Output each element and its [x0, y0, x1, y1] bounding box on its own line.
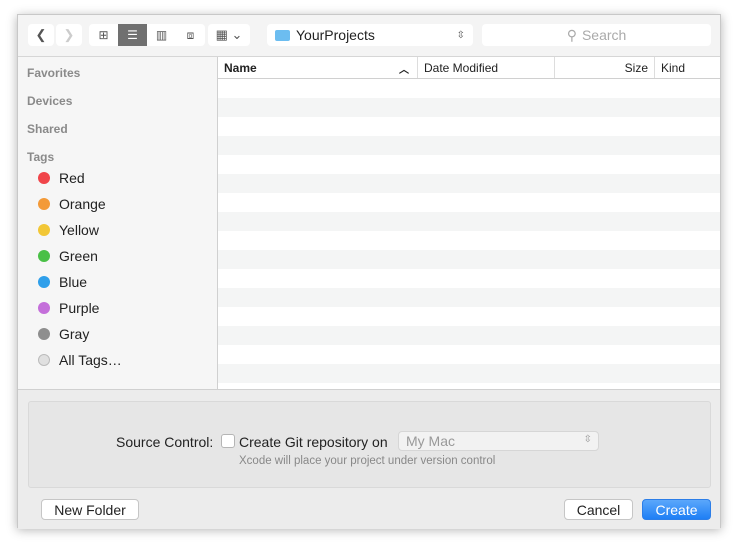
table-row	[218, 231, 720, 250]
tag-label: Orange	[59, 196, 106, 212]
table-row	[218, 117, 720, 136]
tag-label: Purple	[59, 300, 100, 316]
sidebar-tag-gray[interactable]: Gray	[38, 326, 89, 342]
table-row	[218, 269, 720, 288]
new-folder-button[interactable]: New Folder	[41, 499, 139, 520]
tag-label: Yellow	[59, 222, 99, 238]
table-row	[218, 288, 720, 307]
folder-icon	[275, 29, 290, 41]
sidebar-tag-orange[interactable]: Orange	[38, 196, 106, 212]
tag-color-icon	[38, 250, 50, 262]
arrange-button[interactable]: ▦ ⌄	[208, 24, 250, 46]
git-checkbox-label[interactable]: Create Git repository on	[239, 434, 388, 450]
table-row	[218, 250, 720, 269]
table-row	[218, 326, 720, 345]
table-row	[218, 193, 720, 212]
toolbar: ❮ ❯ ⊞ ☰ ▥ ⧈ ▦ ⌄ YourProjects ⇳ ⚲ Search	[18, 15, 720, 57]
sidebar-tag-yellow[interactable]: Yellow	[38, 222, 99, 238]
table-row	[218, 364, 720, 383]
create-button[interactable]: Create	[642, 499, 711, 520]
updown-chevron-icon: ⇳	[583, 434, 592, 445]
sidebar-section-favorites[interactable]: Favorites	[27, 66, 80, 80]
tag-color-icon	[38, 354, 50, 366]
column-view-button[interactable]: ▥	[147, 24, 176, 46]
chevron-right-icon: ❯	[63, 27, 75, 42]
options-panel: Source Control: Create Git repository on…	[18, 389, 720, 529]
sidebar: Favorites Devices Shared Tags Red Orange Y…	[18, 57, 218, 389]
forward-button[interactable]: ❯	[56, 24, 82, 46]
sidebar-tag-blue[interactable]: Blue	[38, 274, 87, 290]
table-row	[218, 307, 720, 326]
git-hint: Xcode will place your project under vers…	[239, 455, 496, 467]
file-list: Name ︿ Date Modified Size Kind	[218, 57, 720, 389]
column-size[interactable]: Size	[555, 57, 655, 78]
sort-ascending-icon: ︿	[399, 65, 409, 76]
source-control-label: Source Control:	[116, 434, 214, 450]
column-kind[interactable]: Kind	[655, 57, 720, 78]
updown-chevron-icon: ⇳	[456, 29, 465, 41]
table-row	[218, 212, 720, 231]
sidebar-tag-red[interactable]: Red	[38, 170, 85, 186]
search-input[interactable]: ⚲ Search	[482, 24, 711, 46]
tag-label: All Tags…	[59, 352, 122, 368]
tag-color-icon	[38, 328, 50, 340]
table-row	[218, 155, 720, 174]
sidebar-section-tags[interactable]: Tags	[27, 150, 54, 164]
tag-label: Green	[59, 248, 98, 264]
git-target-popup[interactable]: My Mac ⇳	[398, 431, 599, 451]
search-icon: ⚲	[566, 26, 577, 43]
location-popup[interactable]: YourProjects ⇳	[267, 24, 473, 46]
back-button[interactable]: ❮	[28, 24, 54, 46]
source-control-box: Source Control: Create Git repository on…	[28, 401, 711, 488]
table-row	[218, 345, 720, 364]
icon-view-button[interactable]: ⊞	[89, 24, 118, 46]
list-view-button[interactable]: ☰	[118, 24, 147, 46]
table-row	[218, 136, 720, 155]
sidebar-tag-alltags[interactable]: All Tags…	[38, 352, 122, 368]
view-mode-control: ⊞ ☰ ▥ ⧈	[89, 24, 205, 46]
tag-color-icon	[38, 172, 50, 184]
sidebar-tag-green[interactable]: Green	[38, 248, 98, 264]
table-row	[218, 98, 720, 117]
cancel-button[interactable]: Cancel	[564, 499, 633, 520]
table-row	[218, 174, 720, 193]
list-header: Name ︿ Date Modified Size Kind	[218, 57, 720, 79]
table-row	[218, 79, 720, 98]
save-dialog: ❮ ❯ ⊞ ☰ ▥ ⧈ ▦ ⌄ YourProjects ⇳ ⚲ Search F…	[17, 14, 721, 529]
git-checkbox[interactable]	[221, 434, 235, 448]
tag-label: Gray	[59, 326, 90, 342]
tag-color-icon	[38, 302, 50, 314]
tag-color-icon	[38, 198, 50, 210]
tag-color-icon	[38, 276, 50, 288]
column-date-modified[interactable]: Date Modified	[418, 57, 555, 78]
chevron-left-icon: ❮	[35, 27, 47, 42]
tag-color-icon	[38, 224, 50, 236]
column-name[interactable]: Name ︿	[218, 57, 418, 78]
coverflow-view-button[interactable]: ⧈	[176, 24, 205, 46]
arrange-icon: ▦ ⌄	[215, 27, 243, 42]
sidebar-tag-purple[interactable]: Purple	[38, 300, 99, 316]
tag-label: Blue	[59, 274, 88, 290]
tag-label: Red	[59, 170, 85, 186]
sidebar-section-devices[interactable]: Devices	[27, 94, 72, 108]
sidebar-section-shared[interactable]: Shared	[27, 122, 68, 136]
